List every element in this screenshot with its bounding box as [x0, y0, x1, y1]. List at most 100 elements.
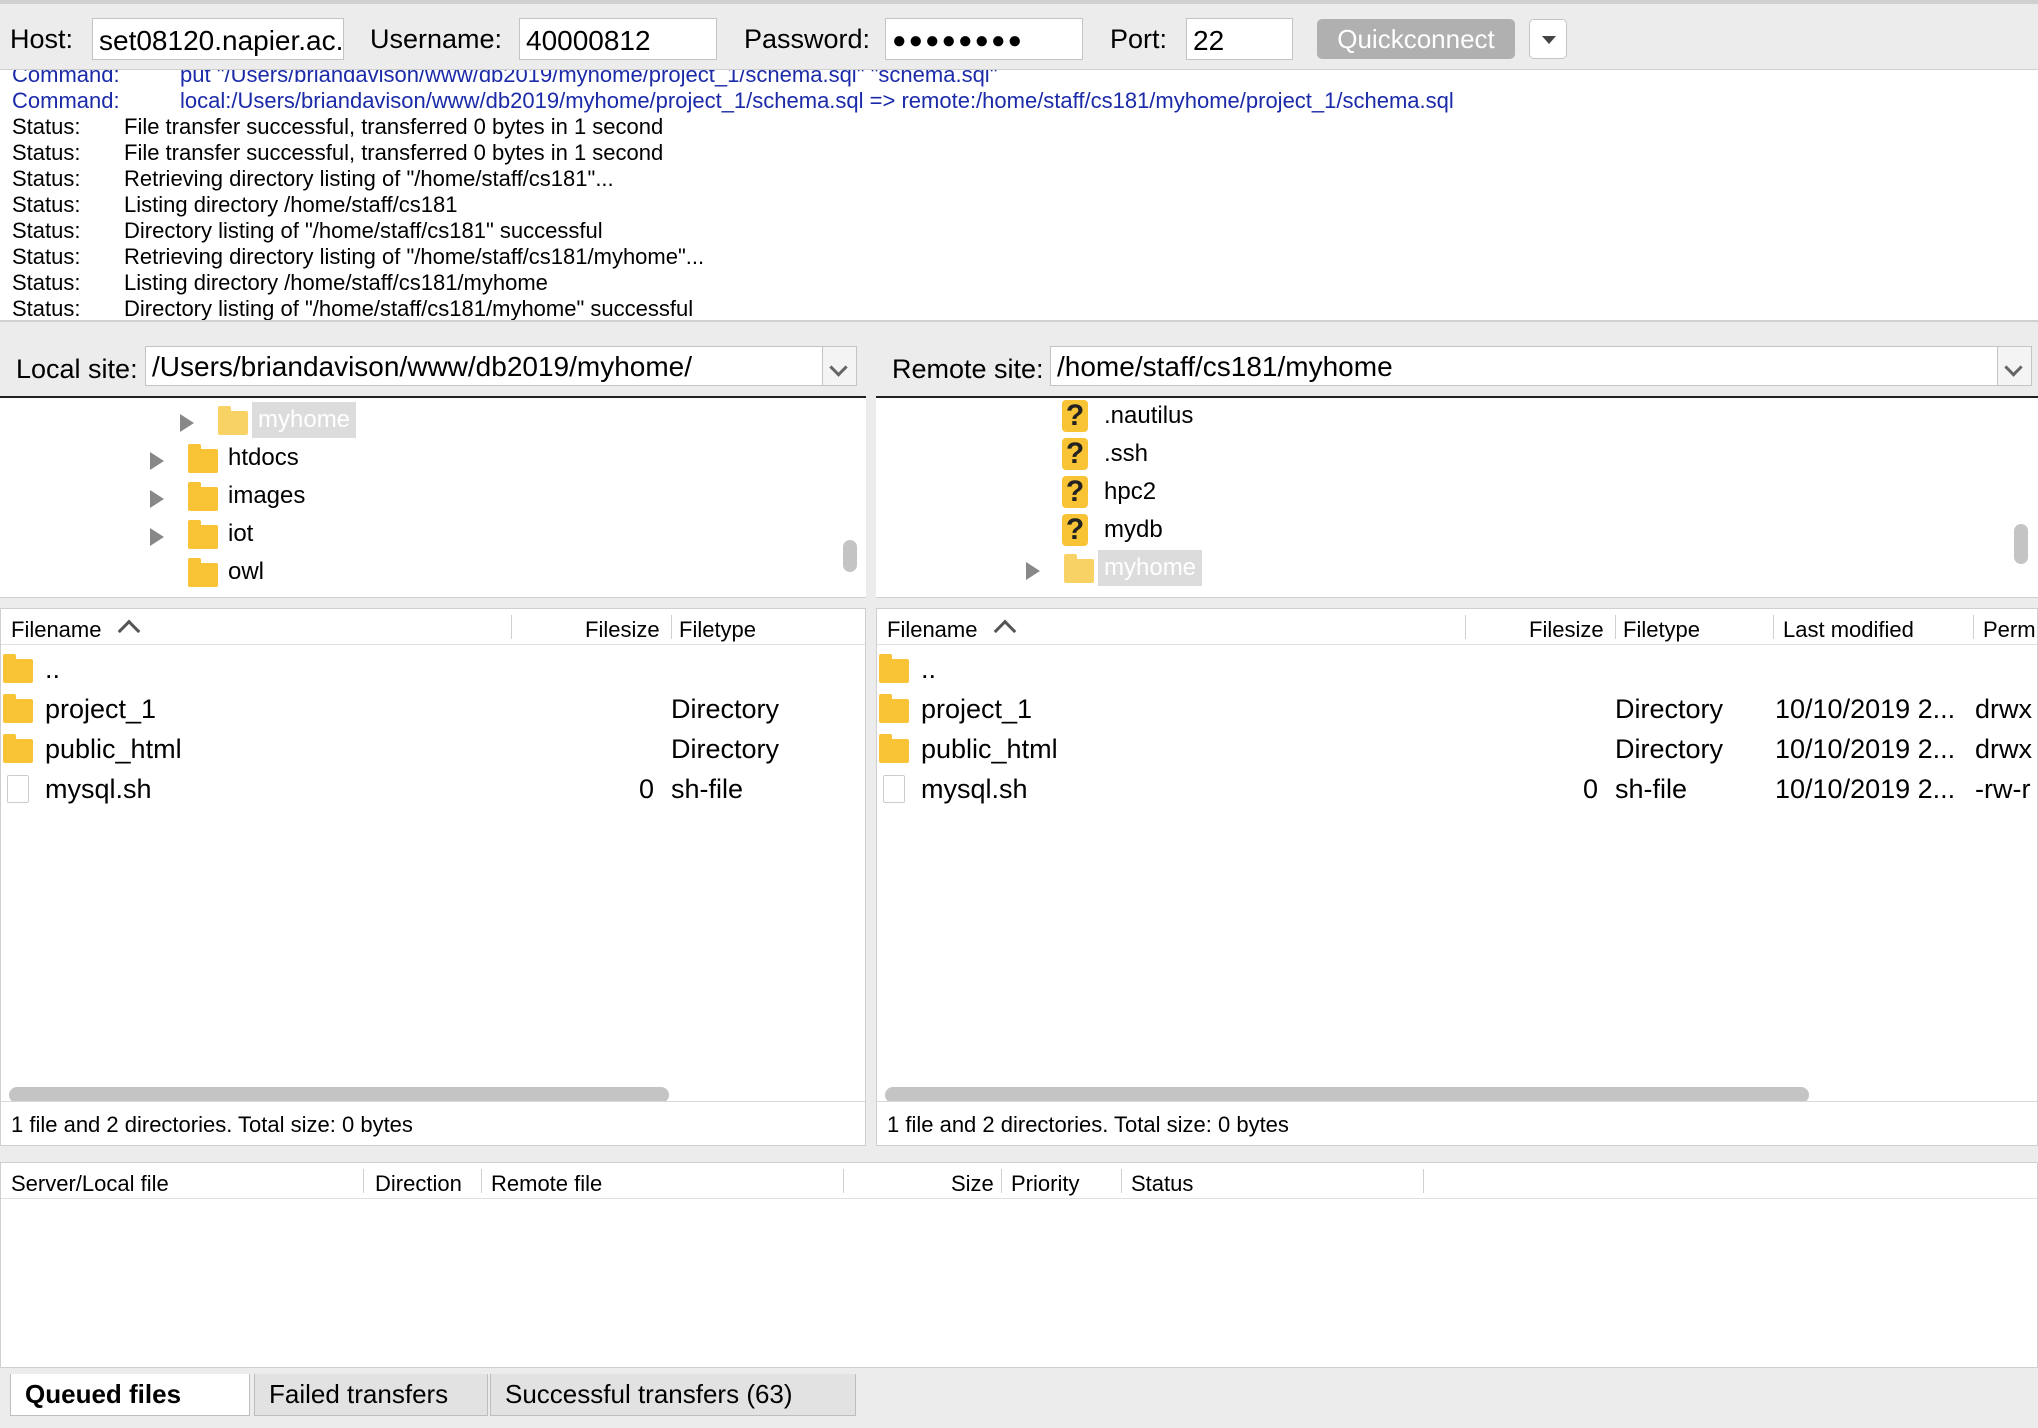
file-row[interactable]: mysql.sh 0 sh-file 10/10/2019 2... -rw-r — [877, 769, 2037, 809]
unknown-icon: ? — [1062, 476, 1088, 508]
remote-tree-scrollbar[interactable] — [2014, 524, 2028, 564]
host-input[interactable]: set08120.napier.ac. — [92, 18, 344, 60]
column-header-status[interactable]: Status — [1131, 1171, 1193, 1197]
tree-item-owl[interactable]: owl — [0, 554, 850, 590]
tree-item-mydb[interactable]: ? mydb — [876, 512, 2016, 548]
password-input[interactable]: ●●●●●●●● — [885, 18, 1083, 60]
unknown-icon: ? — [1062, 514, 1088, 546]
column-separator[interactable] — [843, 1169, 844, 1193]
column-header-filetype[interactable]: Filetype — [679, 617, 756, 643]
file-row[interactable]: mysql.sh 0 sh-file — [1, 769, 865, 809]
column-header-filetype[interactable]: Filetype — [1623, 617, 1700, 643]
folder-icon — [3, 694, 33, 723]
local-file-list[interactable]: Filename Filesize Filetype .. project_1 … — [0, 608, 866, 1146]
folder-icon — [3, 654, 33, 683]
expand-arrow-icon[interactable] — [150, 528, 164, 546]
folder-icon — [188, 558, 218, 587]
remote-file-list[interactable]: Filename Filesize Filetype Last modified… — [876, 608, 2038, 1146]
column-header-server-local-file[interactable]: Server/Local file — [11, 1171, 169, 1197]
file-row[interactable]: public_html Directory 10/10/2019 2... dr… — [877, 729, 2037, 769]
column-separator[interactable] — [481, 1169, 482, 1193]
file-row[interactable]: .. — [877, 649, 2037, 689]
column-header-filename[interactable]: Filename — [11, 617, 101, 643]
column-header-filesize[interactable]: Filesize — [585, 617, 660, 643]
column-separator[interactable] — [1773, 615, 1774, 639]
expand-arrow-icon[interactable] — [1026, 562, 1040, 580]
file-row[interactable]: .. — [1, 649, 865, 689]
column-separator[interactable] — [1121, 1169, 1122, 1193]
log-line: Status: Listing directory /home/staff/cs1… — [12, 192, 458, 217]
unknown-icon: ? — [1062, 400, 1088, 432]
tree-item-myhome[interactable]: myhome — [0, 402, 850, 438]
column-separator[interactable] — [1615, 615, 1616, 639]
file-icon — [883, 775, 905, 803]
transfer-queue[interactable]: Server/Local file Direction Remote file … — [0, 1162, 2038, 1368]
tab-successful-transfers[interactable]: Successful transfers (63) — [490, 1374, 856, 1416]
tree-item-ssh[interactable]: ? .ssh — [876, 436, 2016, 472]
tree-item-myhome[interactable]: myhome — [876, 550, 2016, 586]
tab-failed-transfers[interactable]: Failed transfers — [254, 1374, 488, 1416]
expand-arrow-icon[interactable] — [150, 490, 164, 508]
port-input[interactable]: 22 — [1186, 18, 1293, 60]
folder-icon — [188, 482, 218, 511]
column-header-last-modified[interactable]: Last modified — [1783, 617, 1914, 643]
column-header-direction[interactable]: Direction — [375, 1171, 462, 1197]
file-icon — [7, 775, 29, 803]
message-log[interactable]: Command: put "/Users/briandavison/www/db2… — [0, 70, 2038, 322]
column-header-filesize[interactable]: Filesize — [1529, 617, 1604, 643]
local-tree-scrollbar[interactable] — [843, 540, 857, 572]
column-header-filename[interactable]: Filename — [887, 617, 977, 643]
tree-item-nautilus[interactable]: ? .nautilus — [876, 398, 2016, 434]
folder-icon — [1064, 554, 1094, 583]
log-line: Status: Directory listing of "/home/staff… — [12, 296, 694, 321]
log-line: Status: Directory listing of "/home/staff… — [12, 218, 603, 243]
file-row[interactable]: project_1 Directory — [1, 689, 865, 729]
column-separator[interactable] — [1973, 615, 1974, 639]
sort-ascending-icon — [993, 619, 1017, 643]
remote-site-path-combo[interactable]: /home/staff/cs181/myhome — [1050, 346, 2032, 386]
queue-header: Server/Local file Direction Remote file … — [1, 1163, 2037, 1199]
queue-tab-bar: Queued files Failed transfers Successful… — [0, 1370, 2038, 1428]
log-line: Status: Retrieving directory listing of "… — [12, 166, 614, 191]
tree-item-hpc2[interactable]: ? hpc2 — [876, 474, 2016, 510]
column-separator[interactable] — [1423, 1169, 1424, 1193]
chevron-down-icon[interactable] — [1997, 347, 2031, 385]
quickconnect-history-dropdown[interactable] — [1529, 19, 1567, 59]
port-label: Port: — [1110, 24, 1168, 54]
remote-site-label: Remote site: — [892, 354, 1044, 384]
folder-icon — [218, 406, 248, 435]
column-header-size[interactable]: Size — [951, 1171, 994, 1197]
expand-arrow-icon[interactable] — [180, 414, 194, 432]
tab-queued-files[interactable]: Queued files — [10, 1374, 250, 1416]
remote-site-bar: Remote site: /home/staff/cs181/myhome — [876, 330, 2038, 388]
quickconnect-button[interactable]: Quickconnect — [1317, 19, 1515, 59]
username-input[interactable]: 40000812 — [519, 18, 717, 60]
local-site-label: Local site: — [16, 354, 138, 384]
column-header-priority[interactable]: Priority — [1011, 1171, 1079, 1197]
remote-directory-tree[interactable]: ? .nautilus ? .ssh ? hpc2 ? mydb myhome — [876, 396, 2038, 598]
tree-item-htdocs[interactable]: htdocs — [0, 440, 850, 476]
column-separator[interactable] — [1465, 615, 1466, 639]
tree-item-images[interactable]: images — [0, 478, 850, 514]
local-list-header: Filename Filesize Filetype — [1, 609, 865, 645]
column-header-permissions[interactable]: Perm — [1983, 617, 2036, 643]
file-row[interactable]: public_html Directory — [1, 729, 865, 769]
local-directory-tree[interactable]: myhome htdocs images iot owl — [0, 396, 866, 598]
unknown-icon: ? — [1062, 438, 1088, 470]
remote-list-header: Filename Filesize Filetype Last modified… — [877, 609, 2037, 645]
column-header-remote-file[interactable]: Remote file — [491, 1171, 602, 1197]
file-row[interactable]: project_1 Directory 10/10/2019 2... drwx — [877, 689, 2037, 729]
column-separator[interactable] — [511, 615, 512, 639]
log-line: Status: Listing directory /home/staff/cs1… — [12, 270, 548, 295]
tree-item-iot[interactable]: iot — [0, 516, 850, 552]
column-separator[interactable] — [671, 615, 672, 639]
column-separator[interactable] — [363, 1169, 364, 1193]
expand-arrow-icon[interactable] — [150, 452, 164, 470]
local-site-path-combo[interactable]: /Users/briandavison/www/db2019/myhome/ — [145, 346, 857, 386]
column-separator[interactable] — [1001, 1169, 1002, 1193]
password-label: Password: — [744, 24, 871, 54]
folder-icon — [879, 694, 909, 723]
local-list-status: 1 file and 2 directories. Total size: 0 … — [1, 1101, 865, 1145]
log-line: Command: put "/Users/briandavison/www/db2… — [12, 70, 998, 87]
chevron-down-icon[interactable] — [822, 347, 856, 385]
